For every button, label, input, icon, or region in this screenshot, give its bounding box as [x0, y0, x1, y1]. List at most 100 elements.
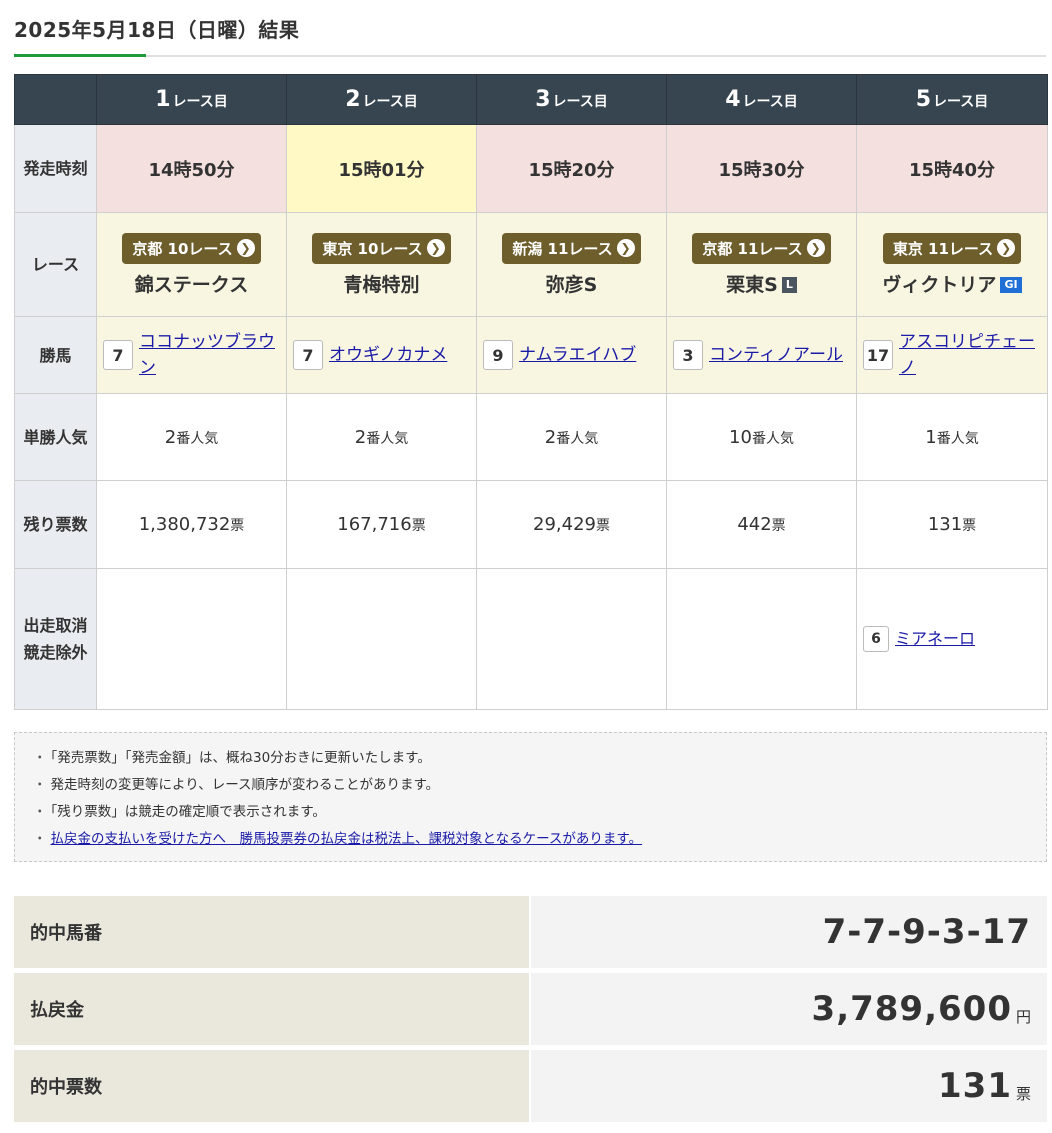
race-venue-button[interactable]: 新潟 11レース ❯ — [502, 232, 641, 264]
post-time-cell: 15時01分 — [286, 124, 477, 213]
popularity-cell: 10番人気 — [666, 393, 857, 481]
payout-label: 払戻金 — [14, 973, 529, 1045]
race-cell: 京都 10レース ❯ 錦ステークス — [96, 212, 287, 317]
post-time-row: 発走時刻 14時50分 15時01分 15時20分 15時30分 15時40分 — [14, 124, 1048, 213]
payout-value-cell: 3,789,600 円 — [531, 973, 1047, 1045]
horse-number: 17 — [863, 340, 893, 370]
winner-cell: 17 アスコリピチェーノ — [856, 316, 1048, 394]
winning-tickets-unit: 票 — [1015, 1084, 1031, 1103]
note-item: 「残り票数」は競走の確定順で表示されます。 — [33, 799, 1028, 826]
row-label-winner: 勝馬 — [14, 316, 97, 394]
winning-tickets-row: 的中票数 131 票 — [14, 1050, 1047, 1122]
note-item: 「発売票数」「発売金額」は、概ね30分おきに更新いたします。 — [33, 745, 1028, 772]
remaining-votes-cell: 29,429票 — [476, 480, 667, 569]
results-table: 1 レース目 2 レース目 3 レース目 4 レース目 5 レース目 発走時刻 14時50… — [14, 74, 1048, 710]
winning-tickets-label: 的中票数 — [14, 1050, 529, 1122]
page-title: 2025年5月18日（日曜）結果 — [14, 18, 300, 42]
race-venue-button[interactable]: 京都 11レース ❯ — [692, 232, 831, 264]
race-name: ヴィクトリア GI — [857, 270, 1047, 297]
remaining-votes-cell: 167,716票 — [286, 480, 477, 569]
post-time-cell: 15時30分 — [666, 124, 857, 213]
horse-number: 3 — [673, 340, 703, 370]
title-rule — [14, 55, 1046, 57]
race-name: 青梅特別 — [343, 273, 420, 296]
post-time-cell: 14時50分 — [96, 124, 287, 213]
header-corner — [14, 74, 97, 125]
horse-number: 6 — [863, 626, 889, 652]
tax-info-link[interactable]: 払戻金の支払いを受けた方へ 勝馬投票券の払戻金は税法上、課税対象となるケースがあ… — [51, 831, 643, 847]
winner-horse-link[interactable]: ナムラエイハブ — [519, 342, 636, 368]
winning-numbers-row: 的中馬番 7-7-9-3-17 — [14, 896, 1047, 968]
scratch-cell — [96, 568, 287, 710]
winning-numbers-value: 7-7-9-3-17 — [822, 912, 1031, 952]
winner-cell: 9 ナムラエイハブ — [476, 316, 667, 394]
winning-numbers-value-cell: 7-7-9-3-17 — [531, 896, 1047, 968]
scratch-cell — [666, 568, 857, 710]
header-race-4: 4 レース目 — [666, 74, 857, 125]
race-venue-button[interactable]: 京都 10レース ❯ — [122, 232, 261, 264]
post-time-cell: 15時20分 — [476, 124, 667, 213]
popularity-cell: 2番人気 — [476, 393, 667, 481]
winner-row: 勝馬 7 ココナッツブラウン 7 オウギノカナメ 9 ナムラエイハブ 3 コンティノアー… — [14, 316, 1048, 394]
race-row: レース 京都 10レース ❯ 錦ステークス 東京 10レース ❯ 青梅特別 新潟 1… — [14, 212, 1048, 317]
header-race-3: 3 レース目 — [476, 74, 667, 125]
race-cell: 東京 11レース ❯ ヴィクトリア GI — [856, 212, 1048, 317]
winning-tickets-value-cell: 131 票 — [531, 1050, 1047, 1122]
row-label-popularity: 単勝人気 — [14, 393, 97, 481]
race-venue-button[interactable]: 東京 11レース ❯ — [882, 232, 1022, 264]
race-cell: 東京 10レース ❯ 青梅特別 — [286, 212, 477, 317]
popularity-row: 単勝人気 2番人気 2番人気 2番人気 10番人気 1番人気 — [14, 393, 1048, 481]
scratch-cell — [286, 568, 477, 710]
horse-number: 7 — [103, 340, 133, 370]
winner-cell: 7 ココナッツブラウン — [96, 316, 287, 394]
payout-row: 払戻金 3,789,600 円 — [14, 973, 1047, 1045]
remaining-votes-cell: 442票 — [666, 480, 857, 569]
race-name: 錦ステークス — [134, 273, 249, 296]
winner-cell: 3 コンティノアール — [666, 316, 857, 394]
row-label-race: レース — [14, 212, 97, 317]
race-cell: 京都 11レース ❯ 栗東S L — [666, 212, 857, 317]
winner-horse-link[interactable]: アスコリピチェーノ — [899, 329, 1041, 381]
popularity-cell: 2番人気 — [96, 393, 287, 481]
remaining-votes-cell: 1,380,732票 — [96, 480, 287, 569]
title-rule-accent — [14, 54, 146, 57]
chevron-right-icon: ❯ — [426, 239, 445, 257]
race-name: 弥彦S — [545, 273, 598, 296]
post-time-cell: 15時40分 — [856, 124, 1048, 213]
header-race-2: 2 レース目 — [286, 74, 477, 125]
winning-numbers-label: 的中馬番 — [14, 896, 529, 968]
popularity-cell: 1番人気 — [856, 393, 1048, 481]
chevron-right-icon: ❯ — [806, 239, 825, 257]
chevron-right-icon: ❯ — [616, 239, 635, 257]
payout-unit: 円 — [1015, 1007, 1031, 1026]
summary-table: 的中馬番 7-7-9-3-17 払戻金 3,789,600 円 的中票数 131 票 — [14, 896, 1047, 1127]
scratched-horse-link[interactable]: ミアネーロ — [895, 626, 975, 652]
winner-horse-link[interactable]: コンティノアール — [709, 342, 843, 368]
g1-grade-badge: GI — [1000, 276, 1022, 293]
note-item-link: 払戻金の支払いを受けた方へ 勝馬投票券の払戻金は税法上、課税対象となるケースがあ… — [33, 826, 1028, 853]
scratch-cell — [476, 568, 667, 710]
winner-cell: 7 オウギノカナメ — [286, 316, 477, 394]
race-name: 栗東S L — [667, 270, 856, 297]
race-venue-button[interactable]: 東京 10レース ❯ — [312, 232, 451, 264]
notes-box: 「発売票数」「発売金額」は、概ね30分おきに更新いたします。 発走時刻の変更等に… — [14, 732, 1047, 862]
winning-tickets-value: 131 — [938, 1066, 1012, 1106]
header-row: 1 レース目 2 レース目 3 レース目 4 レース目 5 レース目 — [14, 74, 1048, 125]
row-label-remaining-votes: 残り票数 — [14, 480, 97, 569]
header-race-5: 5 レース目 — [856, 74, 1048, 125]
scratch-row: 出走取消 競走除外 6 ミアネーロ — [14, 568, 1048, 710]
chevron-right-icon: ❯ — [997, 239, 1016, 257]
listed-grade-badge: L — [781, 276, 797, 293]
winner-horse-link[interactable]: ココナッツブラウン — [139, 329, 280, 381]
horse-number: 9 — [483, 340, 513, 370]
race-cell: 新潟 11レース ❯ 弥彦S — [476, 212, 667, 317]
row-label-scratch: 出走取消 競走除外 — [14, 568, 97, 710]
row-label-post-time: 発走時刻 — [14, 124, 97, 213]
horse-number: 7 — [293, 340, 323, 370]
winner-horse-link[interactable]: オウギノカナメ — [329, 342, 447, 368]
popularity-cell: 2番人気 — [286, 393, 477, 481]
remaining-votes-cell: 131票 — [856, 480, 1048, 569]
note-item: 発走時刻の変更等により、レース順序が変わることがあります。 — [33, 772, 1028, 799]
scratch-cell: 6 ミアネーロ — [856, 568, 1048, 710]
remaining-votes-row: 残り票数 1,380,732票 167,716票 29,429票 442票 13… — [14, 480, 1048, 569]
